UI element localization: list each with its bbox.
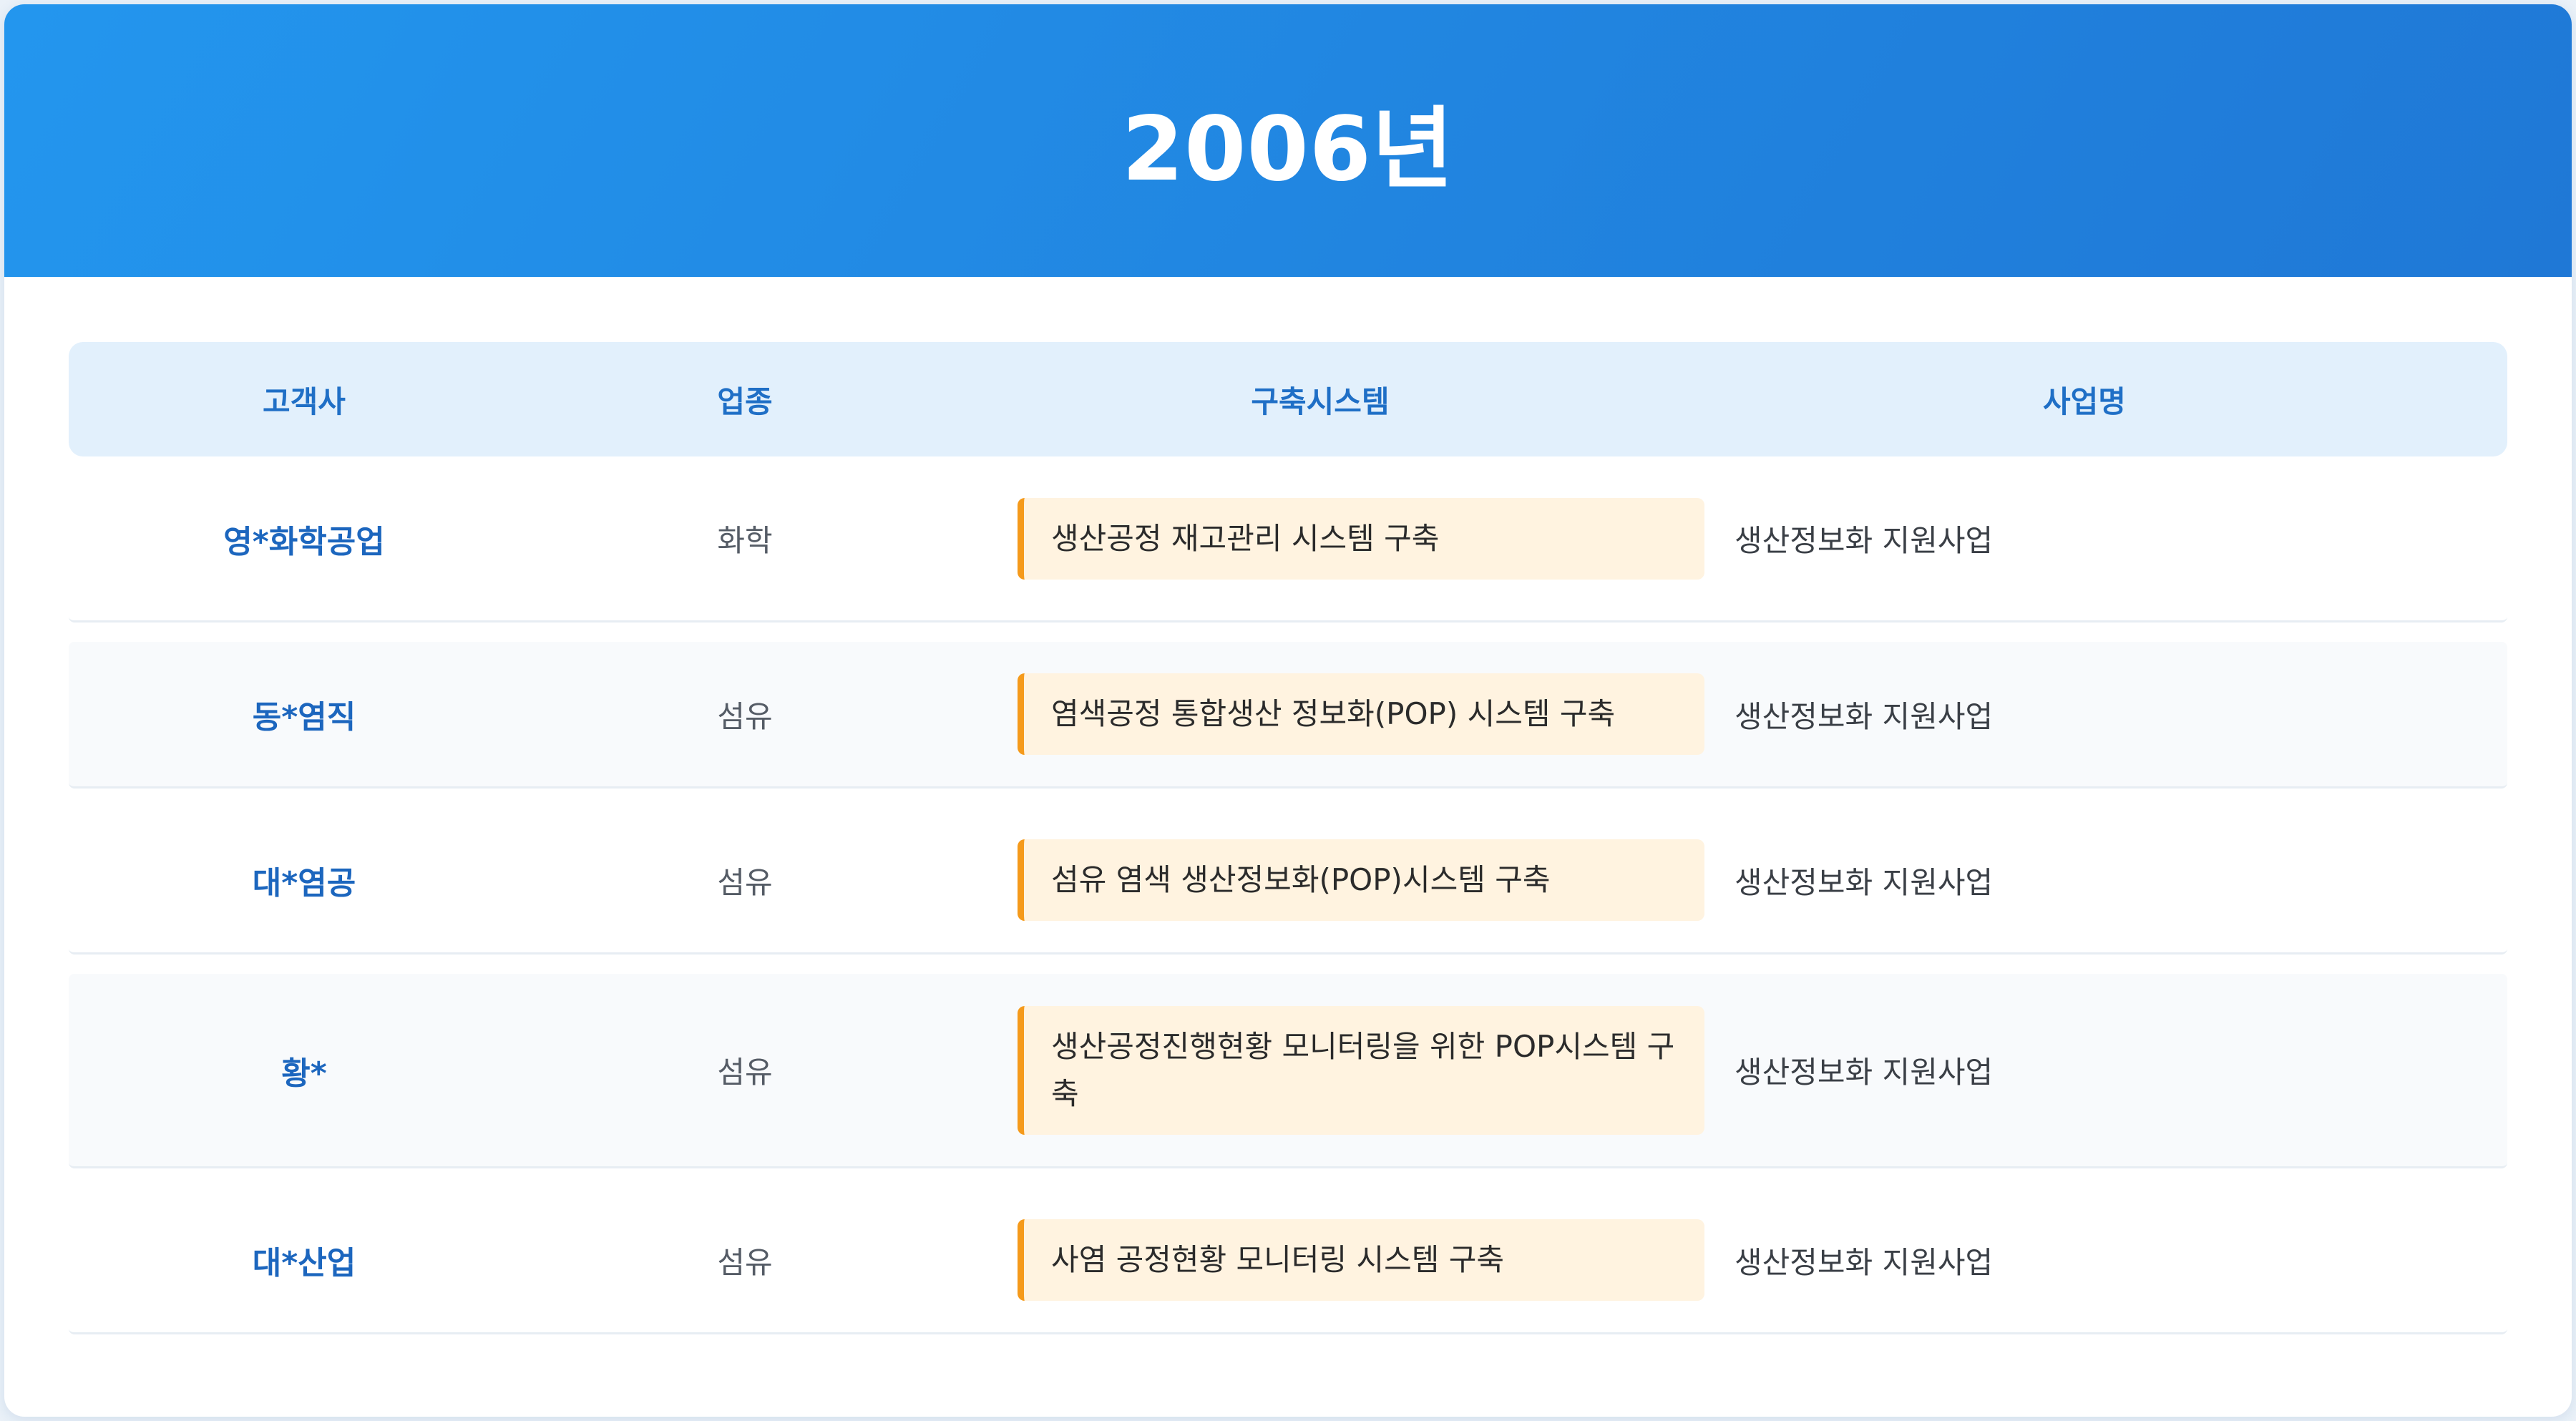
project-name: 생산정보화 지원사업 [1735, 698, 1994, 734]
system-tag: 생산공정진행현황 모니터링을 위한 POP시스템 구축 [1018, 1005, 1704, 1135]
industry: 섬유 [717, 864, 773, 900]
table-row: 대*염공 섬유 섬유 염색 생산정보화(POP)시스템 구축 생산정보화 지원사… [69, 808, 2507, 954]
project-name: 생산정보화 지원사업 [1735, 523, 1994, 558]
table-header: 고객사 업종 구축시스템 사업명 [69, 342, 2507, 456]
table-row: 영*화학공업 화학 생산공정 재고관리 시스템 구축 생산정보화 지원사업 [69, 456, 2507, 622]
project-name: 생산정보화 지원사업 [1735, 864, 1994, 900]
table-row: 대*산업 섬유 사염 공정현황 모니터링 시스템 구축 생산정보화 지원사업 [69, 1188, 2507, 1334]
year-title: 2006년 [1121, 97, 1455, 201]
system-tag: 염색공정 통합생산 정보화(POP) 시스템 구축 [1018, 673, 1704, 755]
project-name: 생산정보화 지원사업 [1735, 1244, 1994, 1280]
industry: 화학 [717, 523, 773, 558]
industry: 섬유 [717, 1244, 773, 1280]
system-tag: 생산공정 재고관리 시스템 구축 [1018, 497, 1704, 580]
table-row: 황* 섬유 생산공정진행현황 모니터링을 위한 POP시스템 구축 생산정보화 … [69, 974, 2507, 1168]
industry: 섬유 [717, 698, 773, 734]
client-name: 황* [281, 1055, 327, 1092]
year-header: 2006년 [4, 4, 2572, 277]
column-header-industry: 업종 [717, 384, 773, 419]
system-tag: 사염 공정현황 모니터링 시스템 구축 [1018, 1219, 1704, 1301]
project-table: 고객사 업종 구축시스템 사업명 영*화학공업 화학 생산공정 재고관리 시스템… [69, 342, 2507, 1334]
system-tag: 섬유 염색 생산정보화(POP)시스템 구축 [1018, 839, 1704, 921]
table-row: 동*염직 섬유 염색공정 통합생산 정보화(POP) 시스템 구축 생산정보화 … [69, 642, 2507, 788]
client-name: 대*산업 [252, 1245, 356, 1281]
industry: 섬유 [717, 1055, 773, 1090]
client-name: 영*화학공업 [223, 523, 385, 560]
client-name: 동*염직 [252, 699, 356, 736]
project-name: 생산정보화 지원사업 [1735, 1055, 1994, 1090]
column-header-client: 고객사 [263, 384, 346, 419]
column-header-project: 사업명 [2043, 384, 2126, 419]
column-header-system: 구축시스템 [1251, 384, 1390, 419]
year-card: 2006년 고객사 업종 구축시스템 사업명 영*화학공업 화학 생산공정 재고… [4, 4, 2572, 1417]
client-name: 대*염공 [252, 865, 356, 902]
